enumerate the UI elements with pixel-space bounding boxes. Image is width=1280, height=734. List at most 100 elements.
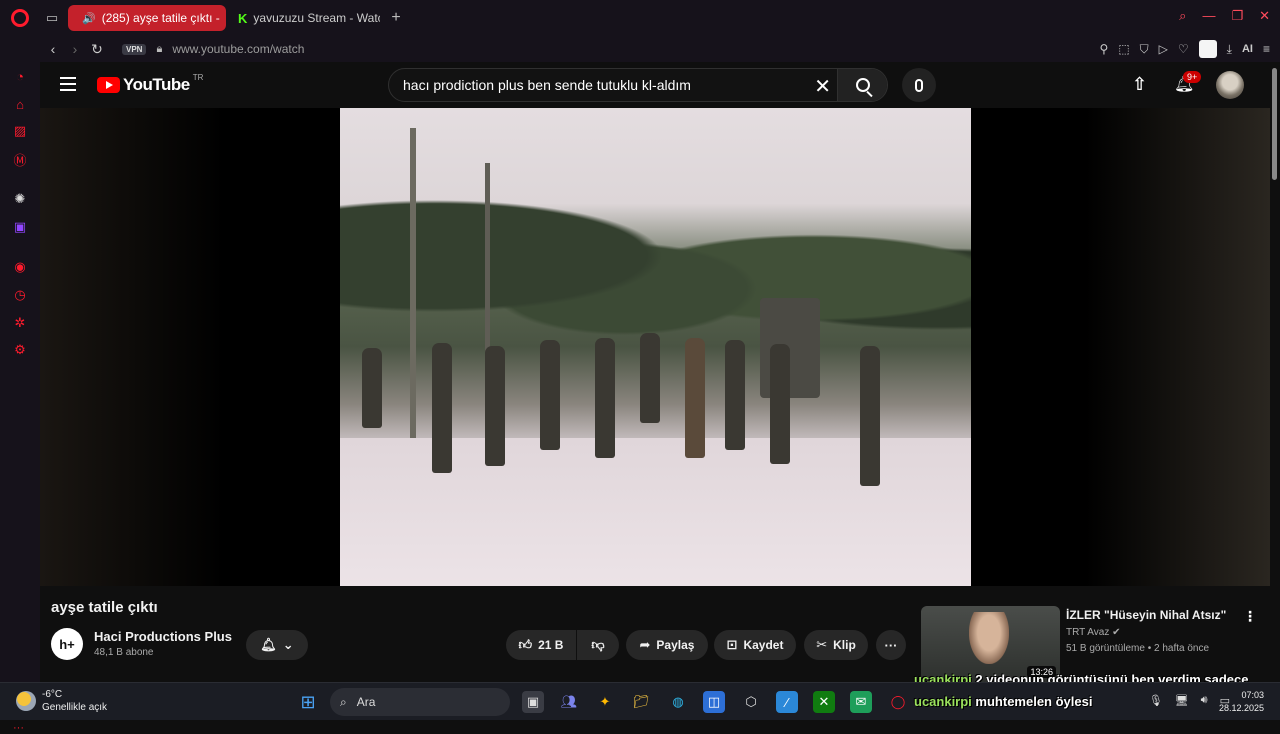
country-code: TR [192, 72, 204, 82]
opera-gx-taskbar-icon[interactable]: ◯ [887, 691, 909, 713]
subscribed-button[interactable]: 🔔︎ ⌄ [246, 630, 308, 660]
volume-icon[interactable]: 🔊︎ [1201, 694, 1208, 707]
app-icon[interactable]: ⬡ [740, 691, 762, 713]
search-tabs-icon[interactable]: ⌕ [1179, 8, 1186, 24]
menu-hamburger-icon[interactable] [60, 77, 76, 91]
weather-icon [16, 691, 36, 711]
video-player[interactable] [40, 108, 1270, 586]
forward-button[interactable]: › [64, 41, 86, 57]
bookmark-icon[interactable]: ▨ [12, 123, 28, 139]
tab-islands-icon[interactable]: ▭ [40, 6, 64, 30]
tab-kick[interactable]: K yavuzuzu Stream - Watch [230, 5, 380, 31]
recommendation-thumbnail[interactable]: 13:26 [921, 606, 1060, 682]
opera-sidebar: ◔ ⌂ ▨ Ⓜ ✺ ▣ ◉ ◷ ✲ ⚙ GX ··· [0, 62, 40, 734]
channel-avatar[interactable]: h+ [51, 628, 83, 660]
channel-name[interactable]: Haci Productions Plus [94, 629, 232, 644]
page-scrollbar[interactable] [1270, 62, 1280, 682]
like-button[interactable]: 👍︎ 21 B [506, 630, 576, 660]
taskbar-search-placeholder: Ara [356, 695, 376, 709]
dislike-button[interactable]: 👎︎ [577, 630, 619, 660]
xbox-icon[interactable]: ✕ [813, 691, 835, 713]
sidebar-more-icon[interactable]: ··· [13, 722, 24, 734]
store-icon[interactable]: ◫ [703, 691, 725, 713]
tab-youtube[interactable]: 🔊 (285) ayşe tatile çıktı - [68, 5, 226, 31]
reload-button[interactable]: ↻ [86, 41, 108, 58]
task-view-icon[interactable]: ▣ [522, 691, 544, 713]
recommendation-channel[interactable]: TRT Avaz ✔ [1066, 627, 1121, 638]
like-count: 21 B [538, 638, 564, 652]
clear-search-icon[interactable]: ✕ [814, 74, 831, 99]
edge-icon[interactable]: ◍ [667, 691, 689, 713]
video-soldier [725, 340, 745, 450]
system-tray: 🎙︎ 🖥︎ 🔊︎ ▭ [1149, 694, 1230, 707]
save-button[interactable]: ⊡ Kaydet [714, 630, 796, 660]
player-icon[interactable]: ◉ [12, 259, 28, 275]
file-explorer-icon[interactable]: 📁︎ [630, 691, 652, 713]
copilot-icon[interactable]: ✦ [594, 691, 616, 713]
minimize-button[interactable]: — [1202, 8, 1215, 24]
video-frame[interactable] [340, 108, 971, 586]
voice-search-button[interactable] [902, 68, 936, 102]
network-icon[interactable]: 🖥︎ [1175, 694, 1189, 707]
workspace-icon[interactable]: ⌂ [12, 96, 28, 112]
chevron-down-icon: ⌄ [282, 637, 294, 652]
settings-gear-icon[interactable]: ⚙ [12, 342, 28, 358]
microphone-icon [915, 78, 923, 92]
search-icon: ⌕ [340, 694, 347, 709]
lock-icon[interactable]: 🔒︎ [156, 43, 162, 56]
search-box[interactable]: hacı prodiction plus ben sende tutuklu k… [388, 68, 888, 102]
clip-button[interactable]: ✂ Klip [804, 630, 868, 660]
play-icon[interactable]: ▷ [1159, 42, 1168, 56]
history-icon[interactable]: ◷ [12, 287, 28, 303]
maximize-button[interactable]: ❐ [1231, 8, 1243, 24]
video-title: ayşe tatile çıktı [51, 599, 158, 616]
tab-title: (285) ayşe tatile çıktı - [101, 11, 220, 25]
url-field[interactable]: www.youtube.com/watch [172, 42, 304, 56]
chatgpt-icon[interactable]: ✺ [12, 191, 28, 207]
download-icon[interactable]: ⤓ [1227, 42, 1232, 57]
search-button[interactable] [837, 69, 887, 101]
address-bar-actions: ⚲ ⬚ ⛉ ▷ ♡ ⤓ AI ≡ [1100, 40, 1270, 58]
opera-menu-button[interactable] [0, 0, 40, 36]
more-actions-button[interactable]: ··· [876, 630, 906, 660]
heart-icon[interactable]: ♡ [1178, 42, 1189, 56]
back-button[interactable]: ‹ [42, 41, 64, 57]
vpn-badge[interactable]: VPN [122, 43, 147, 55]
youtube-logo[interactable]: YouTube TR [97, 72, 204, 95]
youtube-play-icon [97, 77, 120, 93]
messenger-icon[interactable]: Ⓜ [12, 151, 28, 168]
clock-time: 07:03 [1241, 690, 1264, 700]
account-avatar[interactable] [1216, 71, 1244, 99]
adblock-icon[interactable]: ⛉ [1140, 42, 1149, 57]
recommendation-title[interactable]: İZLER "Hüseyin Nihal Atsız" [1066, 608, 1226, 622]
microphone-tray-icon[interactable]: 🎙︎ [1149, 694, 1163, 707]
new-tab-button[interactable]: + [384, 9, 408, 27]
upload-icon[interactable]: ⇧ [1132, 74, 1147, 95]
speed-dial-icon[interactable]: ◔ [12, 68, 28, 84]
pin-icon[interactable]: ⚲ [1100, 42, 1109, 56]
kick-favicon-icon: K [238, 10, 248, 26]
address-bar: ‹ › ↻ VPN 🔒︎ www.youtube.com/watch ⚲ ⬚ ⛉… [0, 36, 1280, 62]
taskbar-search[interactable]: ⌕ Ara [330, 688, 510, 716]
profile-square[interactable] [1198, 40, 1217, 58]
close-window-button[interactable]: ✕ [1259, 8, 1270, 24]
snapshot-icon[interactable]: ⬚ [1118, 42, 1129, 56]
chat-text: muhtemelen öylesi [975, 694, 1093, 709]
app-azure-icon[interactable]: ⁄ [776, 691, 798, 713]
recommendation-menu-icon[interactable]: ⋮ [1243, 608, 1257, 625]
weather-widget[interactable]: -6°C Genellikle açık [16, 688, 107, 714]
mail-icon[interactable]: ✉ [850, 691, 872, 713]
twitch-icon[interactable]: ▣ [12, 219, 28, 235]
thumbs-up-icon: 👍︎ [518, 637, 533, 652]
aria-ai-button[interactable]: AI [1242, 43, 1253, 55]
search-input[interactable]: hacı prodiction plus ben sende tutuklu k… [403, 77, 691, 93]
scrollbar-thumb[interactable] [1272, 68, 1277, 180]
extensions-icon[interactable]: ✲ [12, 315, 28, 331]
share-button[interactable]: ➦ Paylaş [626, 630, 708, 660]
taskbar-clock[interactable]: 07:03 28.12.2025 [1219, 689, 1264, 715]
windows-start-icon[interactable]: ⊞ [297, 691, 319, 713]
temperature: -6°C [42, 689, 63, 700]
easy-setup-menu-icon[interactable]: ≡ [1263, 42, 1270, 56]
recommendation-channel-name: TRT Avaz [1066, 627, 1110, 638]
teams-icon[interactable]: 👥︎ [558, 691, 580, 713]
